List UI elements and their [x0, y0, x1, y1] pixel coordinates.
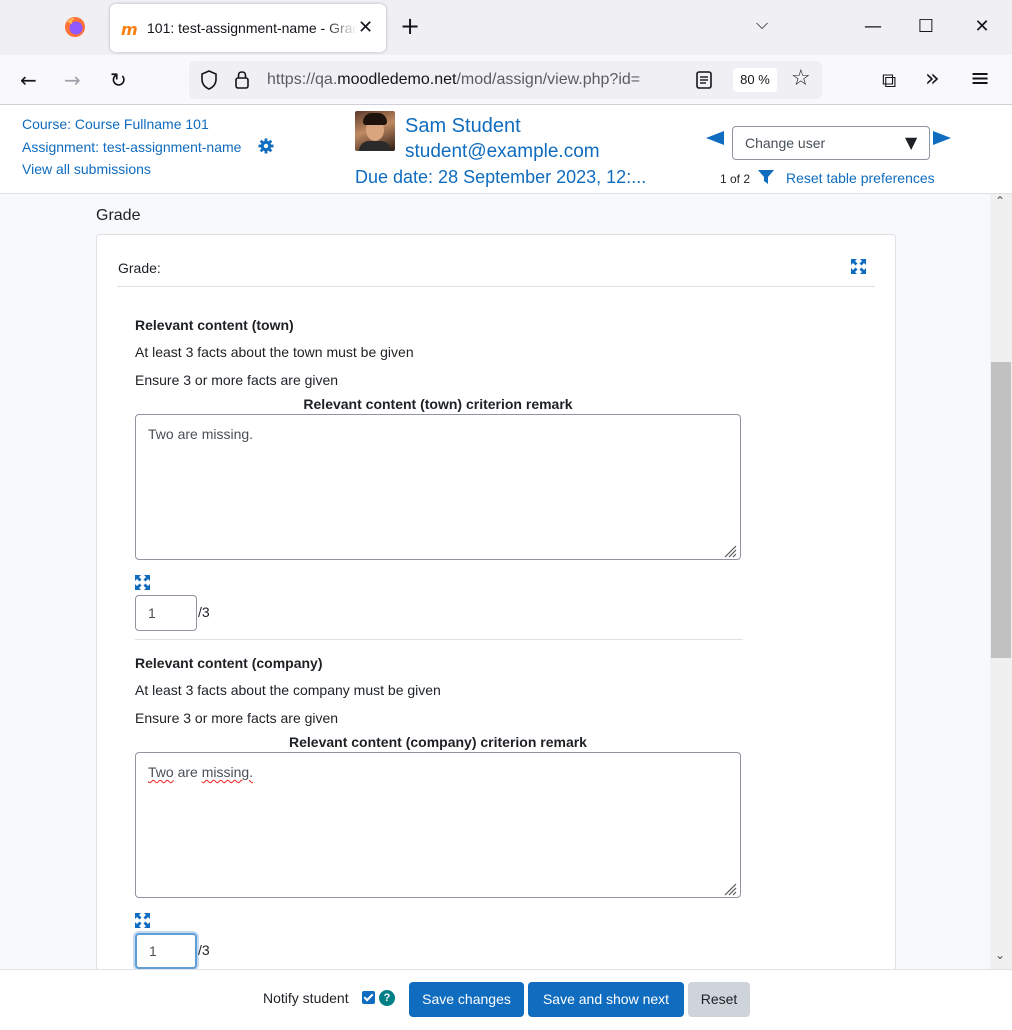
remark-label: Relevant content (company) criterion rem… — [289, 734, 587, 750]
notify-student-checkbox[interactable] — [362, 991, 375, 1004]
reset-button[interactable]: Reset — [688, 982, 750, 1017]
firefox-icon[interactable] — [64, 16, 86, 38]
grading-footer: Notify student ? Save changes Save and s… — [0, 969, 1012, 1030]
chevron-down-icon[interactable]: ▼ — [905, 133, 917, 152]
resize-grip-icon[interactable] — [723, 544, 737, 558]
divider — [135, 639, 743, 640]
scrollbar-thumb[interactable] — [991, 362, 1011, 658]
new-tab-icon[interactable]: + — [400, 12, 420, 40]
tab-title: 101: test-assignment-name - Grader — [147, 20, 357, 36]
extensions-icon[interactable]: ⧉ — [882, 67, 896, 93]
minimize-icon[interactable]: — — [850, 10, 896, 44]
gear-icon[interactable] — [258, 138, 274, 154]
window-close-icon[interactable]: ✕ — [959, 10, 1005, 44]
url-bar[interactable]: https://qa.moodledemo.net/mod/assign/vie… — [189, 61, 822, 99]
scrollbar[interactable]: ⌃ ⌄ — [990, 194, 1012, 969]
scroll-down-icon[interactable]: ⌄ — [995, 948, 1005, 962]
tracking-protection-icon[interactable] — [199, 69, 219, 91]
criterion-title: Relevant content (town) — [135, 317, 294, 333]
list-all-tabs-icon[interactable]: ⌵ — [756, 14, 768, 34]
grade-card: Grade: Relevant content (town) At least … — [96, 234, 896, 969]
criterion-level: Ensure 3 or more facts are given — [135, 710, 339, 726]
save-changes-button[interactable]: Save changes — [409, 982, 524, 1017]
change-user-input[interactable] — [734, 128, 904, 158]
app-menu-icon[interactable]: ≡ — [970, 65, 990, 91]
active-tab[interactable]: m 101: test-assignment-name - Grader ✕ — [110, 4, 386, 52]
criterion-score-input[interactable] — [135, 933, 197, 969]
expand-icon[interactable] — [135, 575, 150, 590]
criterion-description: At least 3 facts about the company must … — [135, 682, 441, 698]
user-email-link[interactable]: student@example.com — [405, 141, 600, 163]
course-link[interactable]: Course: Course Fullname 101 — [22, 116, 209, 132]
criterion-max-score: /3 — [198, 604, 210, 620]
save-and-show-next-button[interactable]: Save and show next — [528, 982, 684, 1017]
zoom-level[interactable]: 80 % — [733, 68, 777, 92]
change-user-select[interactable]: ▼ — [732, 126, 930, 160]
resize-grip-icon[interactable] — [723, 882, 737, 896]
divider — [117, 286, 875, 287]
url-text[interactable]: https://qa.moodledemo.net/mod/assign/vie… — [267, 71, 677, 89]
remark-word: are — [177, 764, 198, 780]
forward-icon[interactable]: → — [64, 67, 81, 93]
reader-view-icon[interactable] — [695, 70, 713, 90]
user-name-link[interactable]: Sam Student — [405, 115, 521, 138]
grading-panel: Grade Grade: Relevant content (town) At … — [0, 194, 990, 969]
overflow-menu-icon[interactable]: » — [925, 65, 940, 91]
misspelled-word: missing. — [201, 764, 254, 780]
expand-icon[interactable] — [851, 259, 866, 274]
moodle-favicon-icon: m — [121, 20, 138, 39]
criterion-max-score: /3 — [198, 942, 210, 958]
reload-icon[interactable]: ↻ — [110, 67, 127, 93]
remark-textarea[interactable]: Two are missing. — [135, 752, 741, 898]
criterion-level: Ensure 3 or more facts are given — [135, 372, 339, 388]
scroll-up-icon[interactable]: ⌃ — [995, 194, 1005, 208]
grade-section-title: Grade — [96, 207, 141, 224]
filter-icon[interactable] — [758, 169, 774, 185]
criterion-description: At least 3 facts about the town must be … — [135, 344, 414, 360]
grader-header: Course: Course Fullname 101 Assignment: … — [0, 106, 1012, 194]
avatar[interactable] — [355, 111, 395, 151]
grade-label: Grade: — [118, 260, 161, 276]
remark-label: Relevant content (town) criterion remark — [303, 396, 573, 412]
notify-student-label: Notify student — [263, 990, 349, 1006]
remark-textarea[interactable]: Two are missing. — [135, 414, 741, 560]
lock-icon[interactable] — [233, 69, 251, 91]
criterion-score-input[interactable] — [135, 595, 197, 631]
due-date: Due date: 28 September 2023, 12:... — [355, 167, 647, 187]
user-count: 1 of 2 — [720, 172, 751, 186]
help-icon[interactable]: ? — [379, 990, 395, 1006]
misspelled-word: Two — [148, 764, 174, 780]
previous-user-icon[interactable] — [706, 131, 724, 145]
back-icon[interactable]: ← — [20, 67, 37, 93]
next-user-icon[interactable] — [933, 131, 951, 145]
maximize-icon[interactable]: ☐ — [903, 10, 949, 44]
browser-nav-bar: ← → ↻ https://qa.moodledemo.net/mod/assi… — [0, 55, 1012, 105]
tab-close-icon[interactable]: ✕ — [358, 17, 373, 38]
reset-table-preferences-link[interactable]: Reset table preferences — [786, 170, 935, 186]
browser-tab-strip: m 101: test-assignment-name - Grader ✕ +… — [0, 0, 1012, 55]
bookmark-star-icon[interactable]: ☆ — [791, 66, 811, 91]
criterion-title: Relevant content (company) — [135, 655, 323, 671]
assignment-link[interactable]: Assignment: test-assignment-name — [22, 139, 241, 155]
expand-icon[interactable] — [135, 913, 150, 928]
view-all-submissions-link[interactable]: View all submissions — [22, 161, 151, 177]
